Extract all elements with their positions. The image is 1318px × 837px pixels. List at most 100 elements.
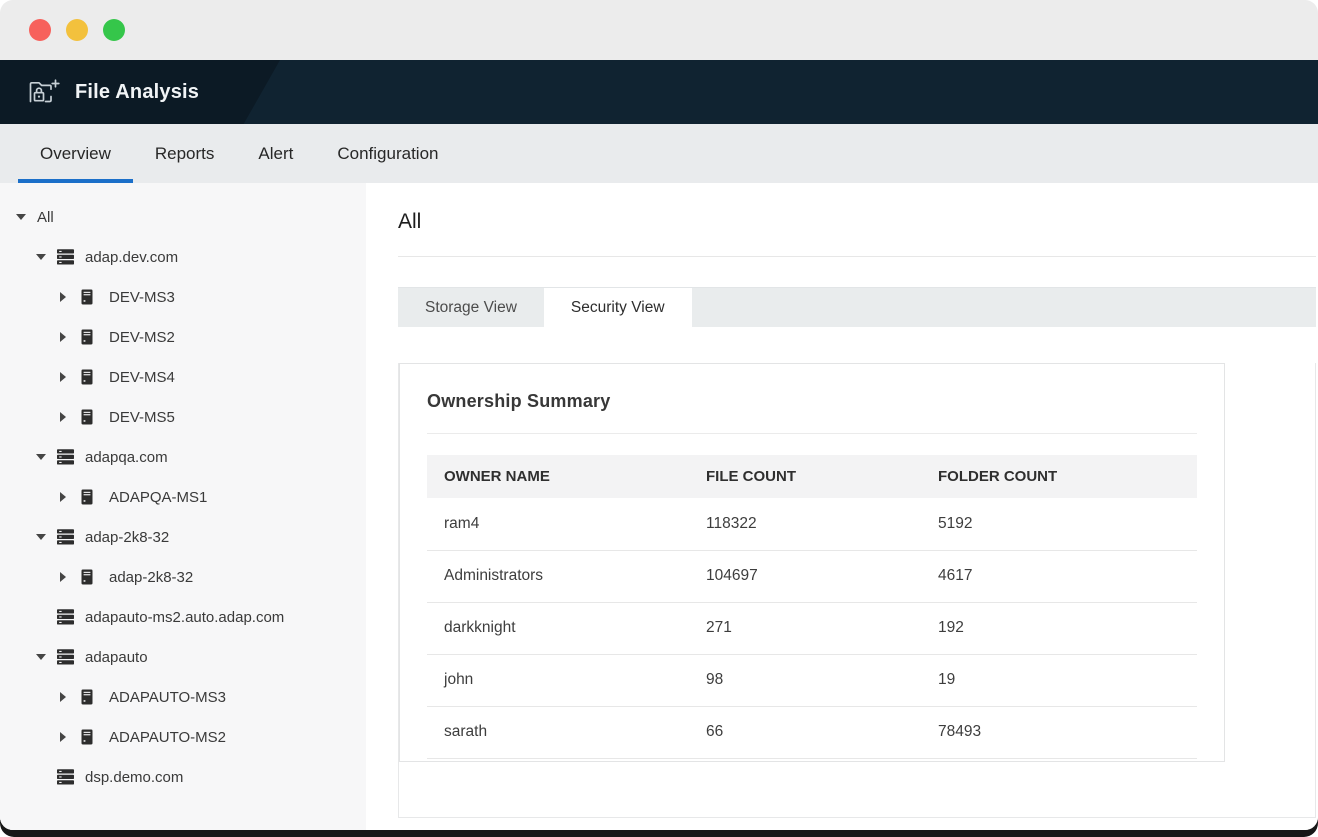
tree-item-adapauto-ms3-12[interactable]: ADAPAUTO-MS3 bbox=[0, 677, 366, 717]
tree-item-adapqa-ms1-7[interactable]: ADAPQA-MS1 bbox=[0, 477, 366, 517]
close-window-button[interactable] bbox=[29, 19, 51, 41]
card-divider bbox=[427, 433, 1197, 434]
card-title: Ownership Summary bbox=[427, 364, 1197, 414]
cell-file-count: 66 bbox=[689, 706, 921, 758]
cell-file-count: 104697 bbox=[689, 550, 921, 602]
tree-item-dsp-demo-com-14[interactable]: dsp.demo.com bbox=[0, 757, 366, 797]
domain-icon bbox=[57, 609, 75, 625]
tree-item-adap-2k8-32-8[interactable]: adap-2k8-32 bbox=[0, 517, 366, 557]
table-row-john: john9819 bbox=[427, 654, 1197, 706]
server-icon bbox=[81, 289, 99, 305]
caret-down-icon[interactable] bbox=[36, 534, 48, 540]
cell-owner: sarath bbox=[427, 706, 689, 758]
server-icon bbox=[81, 369, 99, 385]
table-header-row: OWNER NAMEFILE COUNTFOLDER COUNT bbox=[427, 455, 1197, 498]
tree-item-label: adap-2k8-32 bbox=[85, 529, 169, 546]
tree-item-label: ADAPAUTO-MS2 bbox=[109, 729, 226, 746]
server-icon bbox=[81, 409, 99, 425]
tree-item-label: ADAPAUTO-MS3 bbox=[109, 689, 226, 706]
table-row-ram4: ram41183225192 bbox=[427, 498, 1197, 550]
window-titlebar bbox=[0, 0, 1318, 60]
main-panel: All Storage ViewSecurity View Ownership … bbox=[366, 183, 1318, 830]
tree-item-adapauto-11[interactable]: adapauto bbox=[0, 637, 366, 677]
nav-tab-configuration[interactable]: Configuration bbox=[315, 124, 460, 183]
tree-item-dev-ms3-2[interactable]: DEV-MS3 bbox=[0, 277, 366, 317]
caret-right-icon[interactable] bbox=[60, 692, 72, 702]
tree-item-adap-2k8-32-9[interactable]: adap-2k8-32 bbox=[0, 557, 366, 597]
cell-owner: john bbox=[427, 654, 689, 706]
tree-item-label: adapauto-ms2.auto.adap.com bbox=[85, 609, 284, 626]
tree-item-dev-ms4-4[interactable]: DEV-MS4 bbox=[0, 357, 366, 397]
column-header-file-count: FILE COUNT bbox=[689, 455, 921, 498]
caret-right-icon[interactable] bbox=[60, 732, 72, 742]
nav-tab-overview[interactable]: Overview bbox=[18, 124, 133, 183]
tree-item-label: DEV-MS3 bbox=[109, 289, 175, 306]
view-tabs: Storage ViewSecurity View bbox=[398, 287, 1316, 327]
ownership-summary-table: OWNER NAMEFILE COUNTFOLDER COUNT ram4118… bbox=[427, 455, 1197, 759]
view-tab-storage-view[interactable]: Storage View bbox=[398, 288, 544, 327]
cell-file-count: 118322 bbox=[689, 498, 921, 550]
view-tabs-filler bbox=[692, 288, 1316, 327]
tree-item-label: ADAPQA-MS1 bbox=[109, 489, 207, 506]
tree-item-adapqa-com-6[interactable]: adapqa.com bbox=[0, 437, 366, 477]
tree-item-label: adap-2k8-32 bbox=[109, 569, 193, 586]
app-window: File Analysis OverviewReportsAlertConfig… bbox=[0, 0, 1318, 830]
folder-lock-plus-icon bbox=[28, 78, 60, 106]
server-icon bbox=[81, 329, 99, 345]
tree-item-label: DEV-MS5 bbox=[109, 409, 175, 426]
server-icon bbox=[81, 729, 99, 745]
tree-item-label: adap.dev.com bbox=[85, 249, 178, 266]
tree-item-adap-dev-com-1[interactable]: adap.dev.com bbox=[0, 237, 366, 277]
server-icon bbox=[81, 569, 99, 585]
caret-right-icon[interactable] bbox=[60, 572, 72, 582]
ownership-summary-card: Ownership Summary OWNER NAMEFILE COUNTFO… bbox=[399, 363, 1225, 762]
nav-tab-reports[interactable]: Reports bbox=[133, 124, 237, 183]
tree-item-label: adapqa.com bbox=[85, 449, 168, 466]
nav-tab-alert[interactable]: Alert bbox=[236, 124, 315, 183]
cell-owner: Administrators bbox=[427, 550, 689, 602]
cell-file-count: 98 bbox=[689, 654, 921, 706]
caret-right-icon[interactable] bbox=[60, 492, 72, 502]
tree-item-label: adapauto bbox=[85, 649, 148, 666]
caret-right-icon[interactable] bbox=[60, 412, 72, 422]
caret-right-icon[interactable] bbox=[60, 372, 72, 382]
caret-down-icon[interactable] bbox=[36, 454, 48, 460]
view-tab-security-view[interactable]: Security View bbox=[544, 288, 692, 327]
tree-item-dev-ms2-3[interactable]: DEV-MS2 bbox=[0, 317, 366, 357]
caret-right-icon[interactable] bbox=[60, 332, 72, 342]
domain-icon bbox=[57, 529, 75, 545]
cell-owner: darkknight bbox=[427, 602, 689, 654]
security-view-panel: Ownership Summary OWNER NAMEFILE COUNTFO… bbox=[398, 363, 1316, 818]
tree-item-label: dsp.demo.com bbox=[85, 769, 183, 786]
server-icon bbox=[81, 689, 99, 705]
tree-item-adapauto-ms2-13[interactable]: ADAPAUTO-MS2 bbox=[0, 717, 366, 757]
app-title: File Analysis bbox=[75, 81, 199, 104]
domain-icon bbox=[57, 249, 75, 265]
screenshot-canvas: File Analysis OverviewReportsAlertConfig… bbox=[0, 0, 1318, 837]
app-header: File Analysis bbox=[0, 60, 1318, 124]
cell-folder-count: 78493 bbox=[921, 706, 1197, 758]
tree-item-label: DEV-MS4 bbox=[109, 369, 175, 386]
caret-down-icon[interactable] bbox=[16, 214, 28, 220]
tree-item-all-0[interactable]: All bbox=[0, 197, 366, 237]
caret-down-icon[interactable] bbox=[36, 654, 48, 660]
tree-item-label: All bbox=[37, 209, 54, 226]
page-title: All bbox=[398, 205, 1316, 239]
table-row-darkknight: darkknight271192 bbox=[427, 602, 1197, 654]
domain-icon bbox=[57, 769, 75, 785]
tree-item-label: DEV-MS2 bbox=[109, 329, 175, 346]
server-icon bbox=[81, 489, 99, 505]
heading-divider bbox=[398, 256, 1316, 257]
cell-folder-count: 19 bbox=[921, 654, 1197, 706]
caret-down-icon[interactable] bbox=[36, 254, 48, 260]
tree-item-adapauto-ms2-auto-adap-com-10[interactable]: adapauto-ms2.auto.adap.com bbox=[0, 597, 366, 637]
primary-nav: OverviewReportsAlertConfiguration bbox=[0, 124, 1318, 183]
zoom-window-button[interactable] bbox=[103, 19, 125, 41]
table-row-sarath: sarath6678493 bbox=[427, 706, 1197, 758]
caret-right-icon[interactable] bbox=[60, 292, 72, 302]
domain-icon bbox=[57, 449, 75, 465]
column-header-owner-name: OWNER NAME bbox=[427, 455, 689, 498]
table-row-administrators: Administrators1046974617 bbox=[427, 550, 1197, 602]
tree-item-dev-ms5-5[interactable]: DEV-MS5 bbox=[0, 397, 366, 437]
minimize-window-button[interactable] bbox=[66, 19, 88, 41]
